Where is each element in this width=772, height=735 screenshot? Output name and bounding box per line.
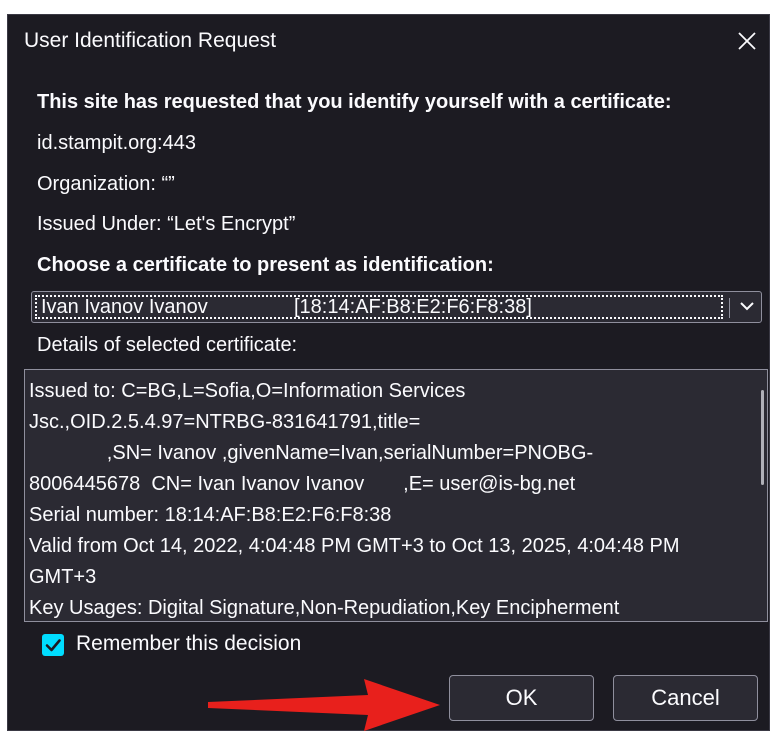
details-scrollbar[interactable]: [761, 390, 764, 485]
close-button[interactable]: [727, 21, 767, 61]
details-line: ,SN= Ivanov ,givenName=Ivan,serialNumber…: [29, 442, 594, 464]
details-line: Key Usages: Digital Signature,Non-Repudi…: [29, 597, 620, 619]
checkmark-icon: [45, 639, 61, 652]
close-icon: [738, 32, 756, 50]
details-line: Issued to: C=BG,L=Sofia,O=Information Se…: [29, 380, 466, 402]
choose-heading: Choose a certificate to present as ident…: [37, 254, 494, 276]
request-organization: Organization: “”: [37, 173, 175, 195]
dropdown-separator: [729, 298, 730, 318]
certificate-select[interactable]: Ivan Ivanov Ivanov [18:14:AF:B8:E2:F6:F8…: [31, 291, 762, 323]
dialog-title: User Identification Request: [24, 29, 277, 52]
selected-certificate-name: Ivan Ivanov Ivanov: [41, 296, 208, 318]
request-host: id.stampit.org:443: [37, 132, 196, 154]
details-label: Details of selected certificate:: [37, 334, 298, 356]
request-heading: This site has requested that you identif…: [37, 91, 672, 113]
details-line: Serial number: 18:14:AF:B8:E2:F6:F8:38: [29, 504, 392, 526]
user-identification-dialog: User Identification Request This site ha…: [7, 14, 770, 731]
certificate-details-box[interactable]: Issued to: C=BG,L=Sofia,O=Information Se…: [24, 369, 768, 622]
certificate-details-text: Issued to: C=BG,L=Sofia,O=Information Se…: [29, 376, 767, 621]
red-arrow-annotation: [208, 679, 440, 731]
remember-checkbox[interactable]: [42, 634, 64, 656]
screenshot-frame: User Identification Request This site ha…: [0, 0, 772, 731]
details-line: Valid from Oct 14, 2022, 4:04:48 PM GMT+…: [29, 535, 680, 557]
ok-button[interactable]: OK: [449, 675, 594, 721]
details-line: Jsc.,OID.2.5.4.97=NTRBG-831641791,title=: [29, 411, 421, 433]
cancel-button[interactable]: Cancel: [613, 675, 758, 721]
details-line: GMT+3: [29, 566, 97, 588]
chevron-down-icon[interactable]: [739, 300, 755, 312]
remember-label[interactable]: Remember this decision: [76, 632, 301, 656]
selected-certificate-fingerprint: [18:14:AF:B8:E2:F6:F8:38]: [294, 296, 532, 318]
request-issued-under: Issued Under: “Let's Encrypt”: [37, 213, 296, 235]
details-line: 8006445678 CN= Ivan Ivanov Ivanov ,E= us…: [29, 473, 576, 495]
